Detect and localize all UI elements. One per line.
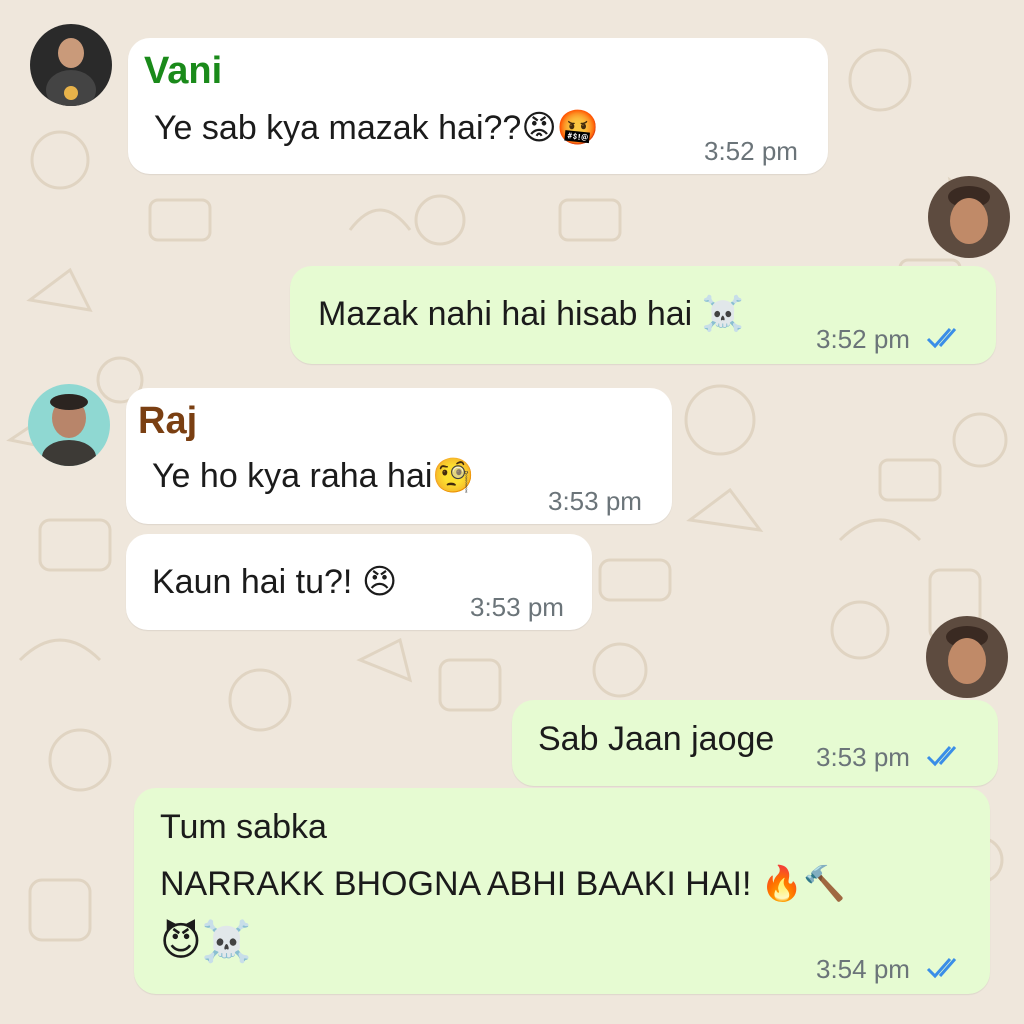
message-line: Tum sabka — [160, 808, 327, 846]
message-bubble-raj[interactable]: Kaun hai tu?! 😠 3:53 pm — [126, 534, 592, 630]
message-bubble-vani[interactable]: Vani Ye sab kya mazak hai??😡🤬 3:52 pm — [128, 38, 828, 174]
double-check-icon — [926, 328, 957, 349]
double-check-icon — [926, 958, 957, 979]
message-bubble-raj[interactable]: Raj Ye ho kya raha hai🧐 3:53 pm — [126, 388, 672, 524]
message-text: Ye sab kya mazak hai??😡🤬 — [154, 108, 599, 148]
monocle-face-emoji: 🧐 — [432, 456, 475, 496]
message-bubble-outgoing[interactable]: Tum sabka NARRAKK BHOGNA ABHI BAAKI HAI!… — [134, 788, 990, 994]
my-avatar[interactable] — [926, 616, 1008, 698]
message-text: Ye ho kya raha hai🧐 — [152, 456, 475, 496]
message-bubble-outgoing[interactable]: Sab Jaan jaoge 3:53 pm — [512, 700, 998, 786]
message-text: Kaun hai tu?! 😠 — [152, 562, 397, 602]
message-time: 3:52 pm — [704, 136, 798, 166]
message-body: Kaun hai tu?! — [152, 563, 353, 601]
fire-hammer-emoji: 🔥🔨 — [760, 864, 846, 904]
message-body: Mazak nahi hai hisab hai — [318, 295, 693, 333]
vani-avatar[interactable] — [30, 24, 112, 106]
double-check-icon — [926, 746, 957, 767]
message-time: 3:52 pm — [816, 324, 910, 354]
message-body: Ye sab kya mazak hai?? — [154, 109, 522, 147]
raj-avatar[interactable] — [28, 384, 110, 466]
angry-face-emoji: 😡🤬 — [521, 108, 600, 148]
message-time: 3:53 pm — [548, 486, 642, 516]
message-text: Mazak nahi hai hisab hai ☠️ — [318, 294, 744, 334]
message-line: NARRAKK BHOGNA ABHI BAAKI HAI! 🔥🔨 — [160, 864, 846, 904]
angry-face-emoji: 😠 — [361, 562, 398, 602]
message-body: NARRAKK BHOGNA ABHI BAAKI HAI! — [160, 865, 752, 903]
message-text: Sab Jaan jaoge — [538, 720, 775, 758]
sender-name-vani: Vani — [144, 50, 223, 92]
message-time: 3:54 pm — [816, 954, 910, 984]
devil-skull-emoji: 😈☠️ — [160, 919, 252, 965]
message-bubble-outgoing[interactable]: Mazak nahi hai hisab hai ☠️ 3:52 pm — [290, 266, 996, 364]
message-time: 3:53 pm — [470, 592, 564, 622]
message-time: 3:53 pm — [816, 742, 910, 772]
my-avatar[interactable] — [928, 176, 1010, 258]
sender-name-raj: Raj — [138, 400, 198, 442]
message-body: Ye ho kya raha hai — [152, 457, 433, 495]
skull-crossbones-emoji: ☠️ — [701, 294, 745, 334]
